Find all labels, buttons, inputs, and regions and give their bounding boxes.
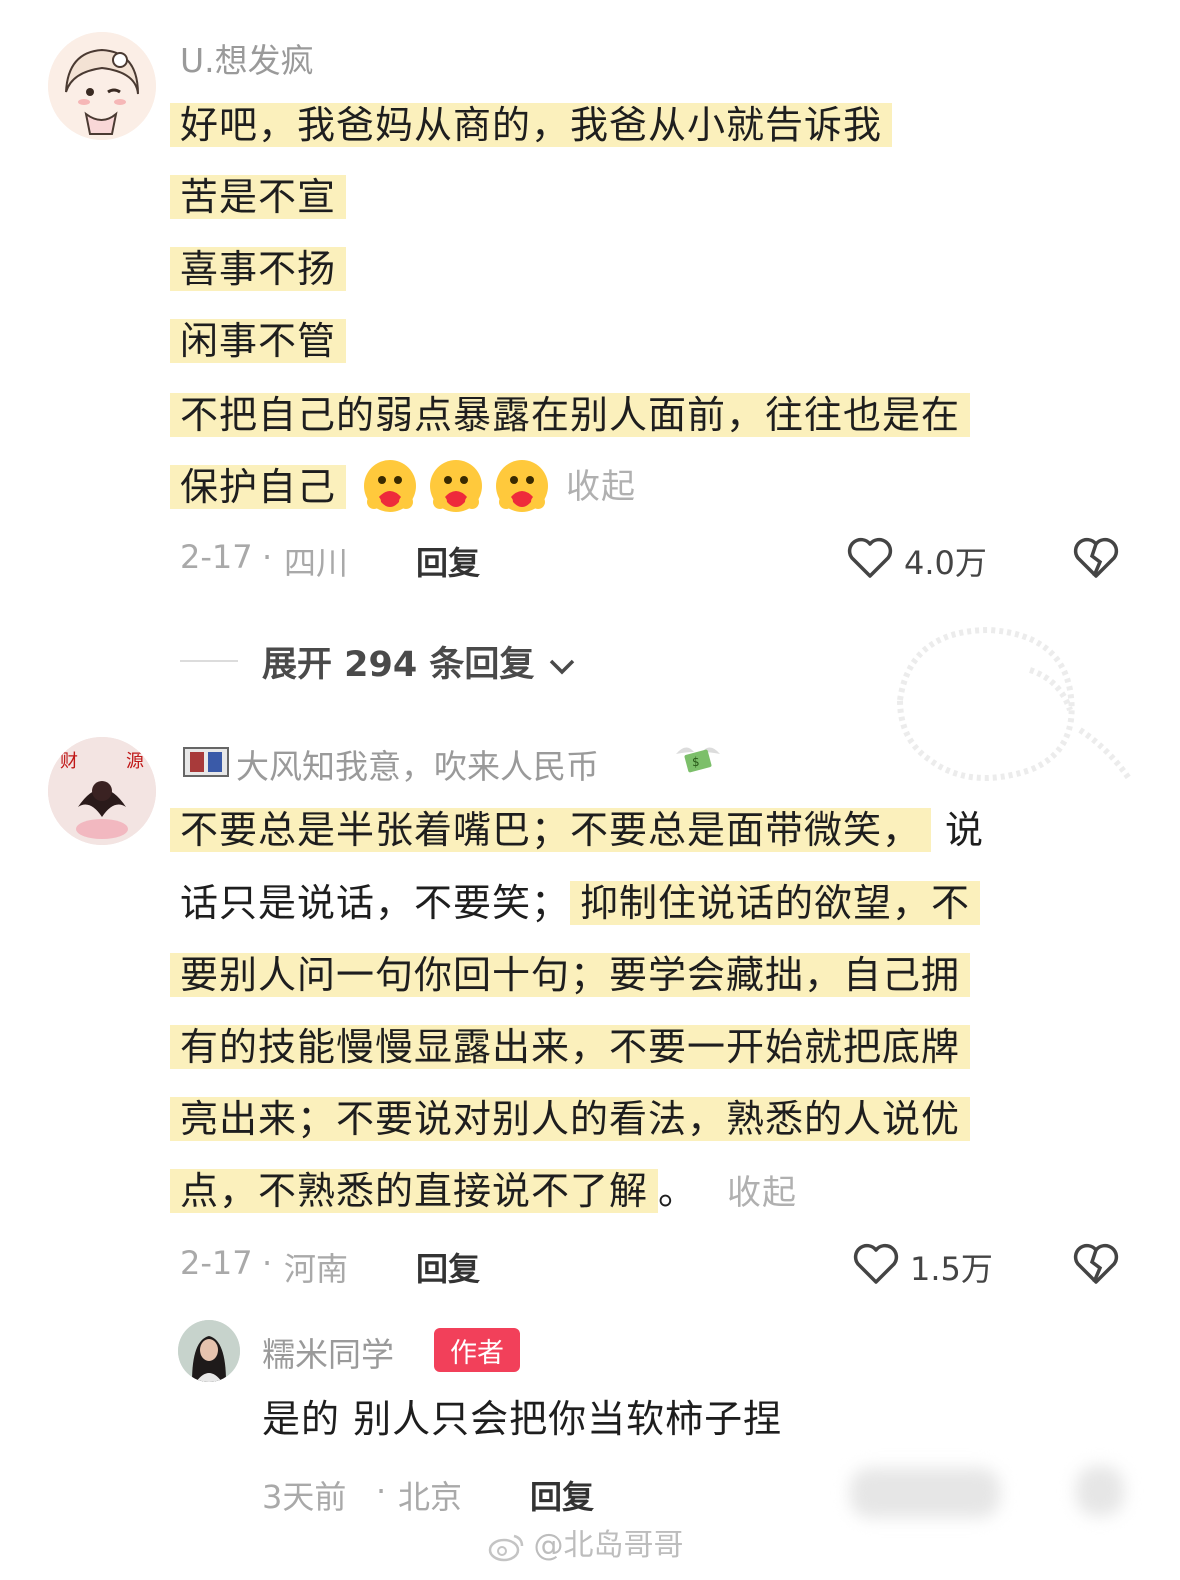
comment-text-line: 有的技能慢慢显露出来，不要一开始就把底牌 <box>170 1020 971 1074</box>
hug-heart-emoji-icon <box>364 460 548 512</box>
comment-text-line: 保护自己 <box>170 460 347 514</box>
avatar[interactable] <box>178 1320 240 1382</box>
comment-text-line: 好吧，我爸妈从商的，我爸从小就告诉我 <box>170 98 893 152</box>
highlighted-text: 闲事不管 <box>170 319 347 363</box>
highlighted-text: 不要总是半张着嘴巴；不要总是面带微笑， <box>170 808 932 852</box>
avatar[interactable]: 财 源 <box>48 737 156 845</box>
comment-text-line: 不把自己的弱点暴露在别人面前，往往也是在 <box>170 388 971 442</box>
weibo-logo-icon <box>488 1534 524 1561</box>
comment-text-line: 点，不熟悉的直接说不了解。收起 <box>170 1164 797 1218</box>
plain-text: 。 <box>658 1169 698 1213</box>
username[interactable]: 大风知我意，吹来人民币 <box>236 740 599 788</box>
comment-date: 2-17 <box>180 538 253 576</box>
broken-heart-icon[interactable] <box>1072 536 1120 580</box>
reply-text: 是的 别人只会把你当软柿子捏 <box>262 1397 783 1441</box>
svg-text:财: 财 <box>60 751 78 772</box>
highlighted-text: 喜事不扬 <box>170 247 347 291</box>
comment-text-line: 要别人问一句你回十句；要学会藏拙，自己拥 <box>170 948 971 1002</box>
watermark: @北岛哥哥 <box>488 1520 684 1564</box>
highlighted-text: 亮出来；不要说对别人的看法，熟悉的人说优 <box>170 1097 971 1141</box>
comment-text-line: 苦是不宣 <box>170 170 347 224</box>
plain-text: 话只是说话，不要笑； <box>180 881 571 925</box>
cartoon-girl-avatar-icon <box>48 32 156 140</box>
username[interactable]: U.想发疯 <box>180 34 314 82</box>
highlighted-text: 保护自己 <box>170 465 347 509</box>
fortune-avatar-icon: 财 源 <box>48 737 156 845</box>
separator-dot: · <box>376 1472 387 1510</box>
comment-text-line: 喜事不扬 <box>170 242 347 296</box>
username[interactable]: 糯米同学 <box>262 1328 394 1376</box>
plain-text: 说 <box>945 808 985 852</box>
comment-date: 2-17 <box>180 1244 253 1282</box>
highlighted-text: 不把自己的弱点暴露在别人面前，往往也是在 <box>170 393 971 437</box>
highlighted-text: 要别人问一句你回十句；要学会藏拙，自己拥 <box>170 953 971 997</box>
like-count: 1.5万 <box>910 1250 993 1288</box>
chevron-down-icon <box>549 659 574 675</box>
collapse-link[interactable]: 收起 <box>566 460 636 514</box>
comment-location: 河南 <box>284 1250 349 1288</box>
highlighted-text: 苦是不宣 <box>170 175 347 219</box>
highlighted-text: 点，不熟悉的直接说不了解 <box>170 1169 659 1213</box>
author-badge: 作者 <box>434 1328 520 1372</box>
highlighted-text: 抑制住说话的欲望，不 <box>570 881 981 925</box>
reply-button[interactable]: 回复 <box>416 538 480 584</box>
reply-button[interactable]: 回复 <box>416 1244 480 1290</box>
svg-text:$: $ <box>692 755 700 769</box>
separator-dot: · <box>262 538 273 576</box>
comment-location: 四川 <box>284 544 349 582</box>
comment-text-line: 亮出来；不要说对别人的看法，熟悉的人说优 <box>170 1092 971 1146</box>
pixel-doodle-decoration <box>896 626 1133 782</box>
broken-heart-icon[interactable] <box>1072 1242 1120 1286</box>
separator-dot: · <box>262 1244 273 1282</box>
highlighted-text: 有的技能慢慢显露出来，不要一开始就把底牌 <box>170 1025 971 1069</box>
book-icon <box>183 747 229 777</box>
divider <box>180 660 238 662</box>
svg-text:源: 源 <box>126 751 144 772</box>
heart-icon[interactable] <box>852 1242 900 1286</box>
reply-button[interactable]: 回复 <box>530 1472 594 1518</box>
comment-text-line: 不要总是半张着嘴巴；不要总是面带微笑， 说 <box>170 803 984 857</box>
collapse-link[interactable]: 收起 <box>697 1173 797 1213</box>
comment-location: 北京 <box>398 1478 463 1516</box>
comment-date: 3天前 <box>262 1478 347 1516</box>
expand-replies-label: 展开 294 条回复 <box>262 645 535 685</box>
watermark-text: @北岛哥哥 <box>533 1528 684 1563</box>
comment-text-line: 闲事不管 <box>170 314 347 368</box>
blurred-dislike-area <box>1076 1466 1124 1516</box>
highlighted-text: 好吧，我爸妈从商的，我爸从小就告诉我 <box>170 103 893 147</box>
comment-text-line: 话只是说话，不要笑； 抑制住说话的欲望，不 <box>180 876 981 930</box>
like-count: 4.0万 <box>904 544 987 582</box>
expand-replies-button[interactable]: 展开 294 条回复 <box>262 636 577 687</box>
heart-icon[interactable] <box>846 536 894 580</box>
person-photo-avatar-icon <box>178 1320 240 1382</box>
avatar[interactable] <box>48 32 156 140</box>
blurred-like-area <box>850 1468 1000 1518</box>
money-wings-emoji-icon: $ <box>676 747 720 773</box>
